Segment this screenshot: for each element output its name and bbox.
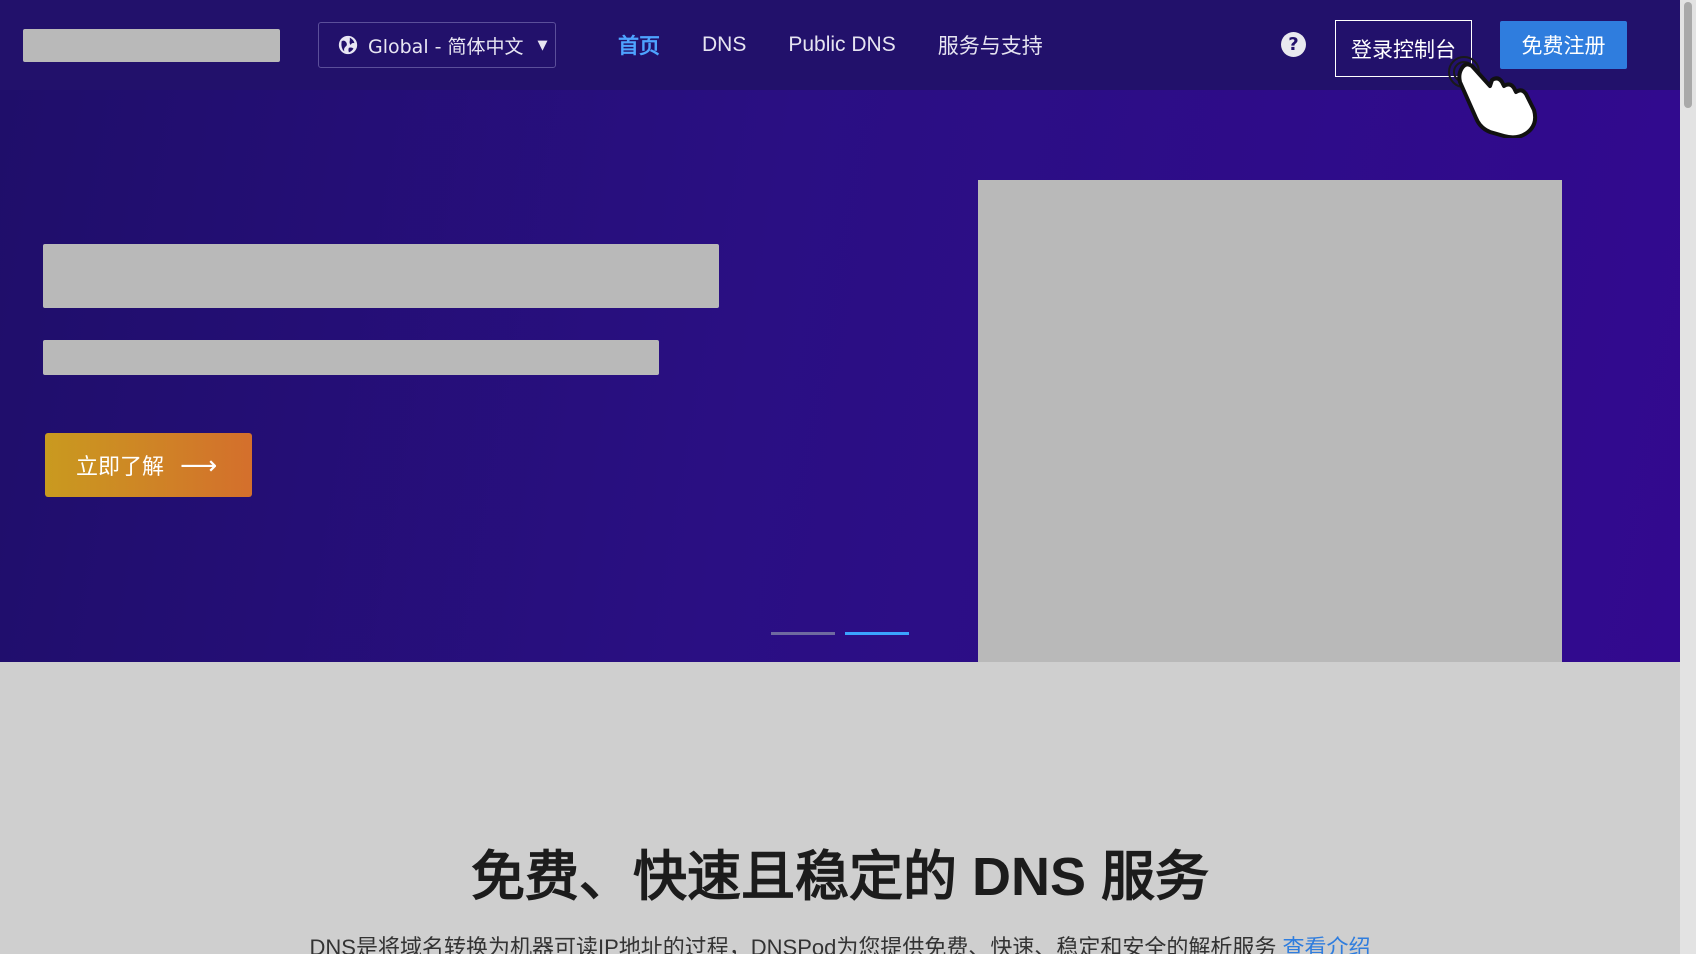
view-intro-link[interactable]: 查看介绍 (1282, 935, 1370, 954)
nav-home[interactable]: 首页 (618, 30, 660, 60)
section-description: DNS是将域名转换为机器可读IP地址的过程，DNSPod为您提供免费、快速、稳定… (0, 930, 1680, 954)
main-nav: 首页 DNS Public DNS 服务与支持 (618, 0, 1085, 90)
carousel-dot-1[interactable] (771, 632, 835, 635)
help-icon[interactable]: ? (1281, 32, 1306, 57)
globe-icon (338, 35, 358, 55)
learn-more-label: 立即了解 (76, 454, 165, 479)
vertical-scrollbar[interactable] (1680, 0, 1696, 954)
scrollbar-thumb[interactable] (1684, 2, 1692, 108)
nav-public-dns[interactable]: Public DNS (788, 33, 895, 57)
language-selector[interactable]: Global - 简体中文 ▼ (318, 22, 556, 68)
nav-service-support[interactable]: 服务与支持 (938, 30, 1043, 60)
logo-placeholder[interactable] (23, 29, 280, 62)
hero-banner: 立即了解 ⟶ (0, 90, 1680, 662)
top-header: Global - 简体中文 ▼ 首页 DNS Public DNS 服务与支持 … (0, 0, 1680, 90)
section-title: 免费、快速且稳定的 DNS 服务 (470, 847, 1210, 907)
nav-dns[interactable]: DNS (702, 33, 746, 57)
learn-more-button[interactable]: 立即了解 ⟶ (45, 433, 252, 497)
section-description-text: DNS是将域名转换为机器可读IP地址的过程，DNSPod为您提供免费、快速、稳定… (309, 935, 1283, 954)
page: Global - 简体中文 ▼ 首页 DNS Public DNS 服务与支持 … (0, 0, 1680, 954)
hero-title-placeholder (43, 244, 719, 308)
language-label: Global - 简体中文 (368, 35, 524, 58)
hero-subtitle-placeholder (43, 340, 659, 375)
hand-cursor-icon (1448, 56, 1538, 138)
hero-image-placeholder (978, 180, 1562, 662)
caret-down-icon: ▼ (537, 37, 548, 53)
carousel-dot-2[interactable] (845, 632, 909, 635)
carousel-indicators (771, 632, 919, 635)
arrow-right-icon: ⟶ (180, 449, 218, 480)
